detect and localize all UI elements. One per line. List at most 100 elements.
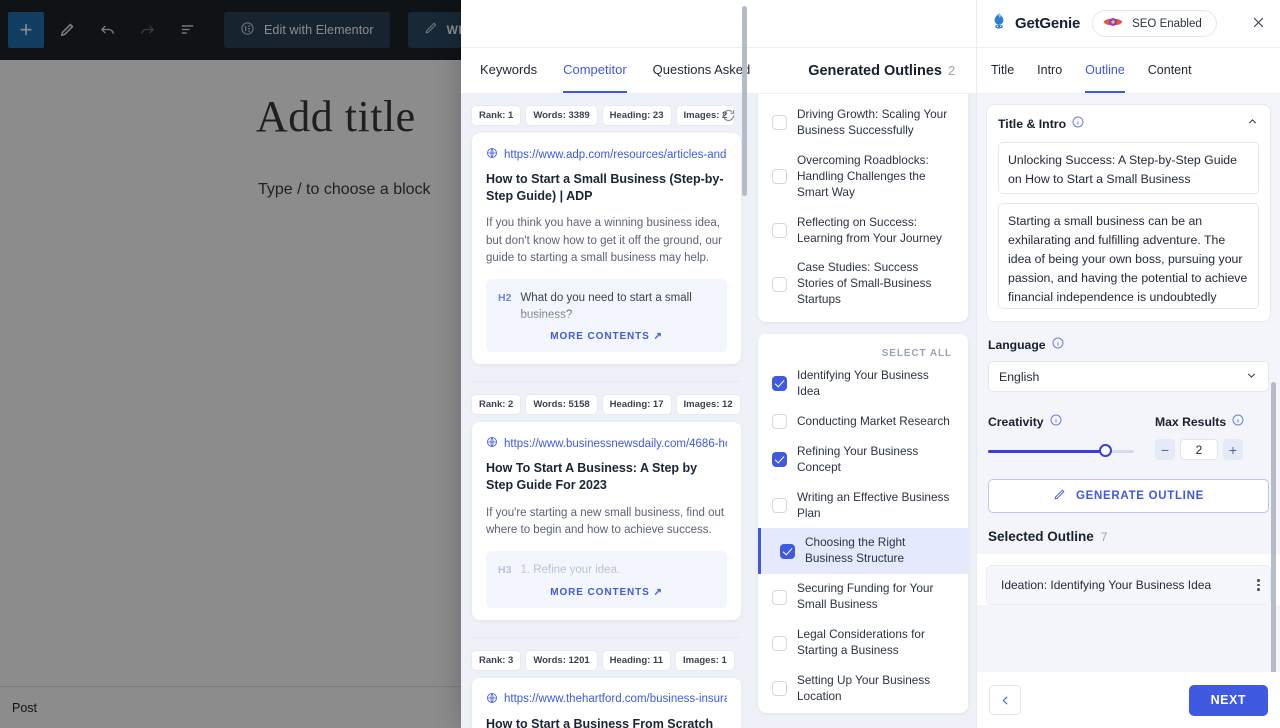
generated-outlines-list[interactable]: Driving Growth: Scaling Your Business Su… <box>751 94 976 728</box>
outline-checkbox[interactable] <box>772 115 787 131</box>
outline-checkbox[interactable] <box>772 589 787 605</box>
competitor-description: If you're starting a new small business,… <box>486 506 725 536</box>
getgenie-tabs: Title Intro Outline Content <box>977 48 1280 94</box>
heading-text: What do you need to start a small busine… <box>520 292 692 321</box>
outline-option[interactable]: Driving Growth: Scaling Your Business Su… <box>770 100 956 146</box>
heading-level-tag: H3 <box>498 564 512 577</box>
outline-label: Driving Growth: Scaling Your Business Su… <box>797 107 948 137</box>
words-chip: Words: 3389 <box>526 106 597 125</box>
title-and-intro-card: Title & Intro <box>986 104 1271 322</box>
info-icon[interactable] <box>1072 115 1084 133</box>
next-button[interactable]: NEXT <box>1188 684 1268 716</box>
outline-option[interactable]: Securing Funding for Your Small Business <box>770 574 956 620</box>
generated-outlines-count: 2 <box>947 63 956 78</box>
info-icon[interactable] <box>1052 336 1064 354</box>
more-contents-button[interactable]: MORE CONTENTS ↗ <box>498 587 715 598</box>
getgenie-footer: NEXT <box>977 672 1280 728</box>
tab-competitor[interactable]: Competitor <box>563 48 627 93</box>
outline-option[interactable]: Reflecting on Success: Learning from You… <box>770 208 956 254</box>
competitor-url-text: https://www.businessnewsdaily.com/4686-h… <box>504 437 727 450</box>
globe-icon <box>486 147 498 162</box>
outline-option[interactable]: Identifying Your Business Idea <box>770 361 956 407</box>
outline-label: Overcoming Roadblocks: Handling Challeng… <box>797 152 929 199</box>
outline-label: Reflecting on Success: Learning from You… <box>797 214 942 245</box>
competitor-url[interactable]: https://www.adp.com/resources/articles-a… <box>486 147 727 162</box>
outline-option[interactable]: Conclusion: From Passion to Profit, Your… <box>770 315 956 322</box>
outline-option[interactable]: Case Studies: Success Stories of Small-B… <box>770 253 956 315</box>
outline-checkbox[interactable] <box>772 169 787 185</box>
outline-option[interactable]: Writing an Effective Business Plan <box>770 483 956 529</box>
outline-option-selected[interactable]: Choosing the Right Business Structure <box>758 528 968 575</box>
outline-checkbox[interactable] <box>772 452 787 468</box>
outline-settings: Language English Creativity Max Results … <box>977 322 1280 460</box>
increment-button[interactable]: + <box>1223 439 1243 460</box>
outline-option[interactable]: Refining Your Business Concept <box>770 437 956 483</box>
tab-keywords[interactable]: Keywords <box>480 48 537 93</box>
creativity-control: Creativity <box>988 413 1134 460</box>
info-icon[interactable] <box>1050 413 1062 431</box>
creativity-slider[interactable] <box>988 444 1134 458</box>
outline-option[interactable]: Legal Considerations for Starting a Busi… <box>770 620 956 666</box>
outline-checkbox[interactable] <box>772 635 787 651</box>
more-vertical-icon[interactable] <box>1257 579 1260 591</box>
modal-left-header <box>461 0 976 48</box>
competitor-card[interactable]: https://www.businessnewsdaily.com/4686-h… <box>472 422 741 620</box>
tab-outline[interactable]: Outline <box>1085 48 1125 93</box>
decrement-button[interactable]: − <box>1155 439 1175 460</box>
competitor-description: If you think you have a winning business… <box>486 217 722 264</box>
tab-questions-asked[interactable]: Questions Asked <box>653 48 751 93</box>
competitor-card[interactable]: https://www.thehartford.com/business-ins… <box>472 677 741 728</box>
seo-enabled-badge[interactable]: SEO Enabled <box>1092 10 1217 37</box>
close-icon[interactable] <box>1251 15 1266 33</box>
competitor-list[interactable]: Rank: 1 Words: 3389 Heading: 23 Images: … <box>461 94 751 728</box>
words-chip: Words: 5158 <box>526 395 597 415</box>
arrow-up-right-icon: ↗ <box>653 331 663 343</box>
generated-intro-textarea[interactable] <box>998 203 1259 309</box>
tab-title[interactable]: Title <box>991 48 1014 93</box>
info-icon[interactable] <box>1232 413 1244 431</box>
competitor-card[interactable]: https://www.adp.com/resources/articles-a… <box>472 133 741 365</box>
heading-row: H2 What do you need to start a small bus… <box>498 290 715 323</box>
tab-content[interactable]: Content <box>1148 48 1192 93</box>
competitor-url[interactable]: https://www.thehartford.com/business-ins… <box>486 692 727 707</box>
outline-checkbox[interactable] <box>772 276 787 292</box>
divider <box>472 381 740 383</box>
slider-handle[interactable] <box>1098 444 1112 457</box>
refresh-icon[interactable] <box>717 104 739 126</box>
max-results-value[interactable]: 2 <box>1180 439 1218 460</box>
tab-intro[interactable]: Intro <box>1037 48 1062 93</box>
competitor-headings-preview: H3 1. Refine your idea. MORE CONTENTS ↗ <box>486 551 727 608</box>
chevron-up-icon[interactable] <box>1246 115 1259 133</box>
select-all-button[interactable]: SELECT ALL <box>770 340 956 361</box>
modal-right-pane: GetGenie SEO Enabled Title Intro Outline… <box>976 0 1280 728</box>
getgenie-header: GetGenie SEO Enabled <box>977 0 1280 48</box>
title-and-intro-header[interactable]: Title & Intro <box>998 115 1259 133</box>
competitor-url[interactable]: https://www.businessnewsdaily.com/4686-h… <box>486 436 727 451</box>
generated-title-textarea[interactable] <box>998 142 1259 194</box>
generate-outline-label: GENERATE OUTLINE <box>1076 490 1204 502</box>
outline-option[interactable]: Overcoming Roadblocks: Handling Challeng… <box>770 146 956 208</box>
selected-outline-item-label: Ideation: Identifying Your Business Idea <box>1001 578 1212 592</box>
outline-checkbox[interactable] <box>780 543 795 559</box>
outline-checkbox[interactable] <box>772 376 787 392</box>
selected-outline-item[interactable]: Ideation: Identifying Your Business Idea <box>986 565 1271 605</box>
brand-name: GetGenie <box>1015 15 1081 32</box>
outline-checkbox[interactable] <box>772 498 787 514</box>
outline-checkbox[interactable] <box>772 681 787 697</box>
heading-row: H3 1. Refine your idea. <box>498 562 715 579</box>
outline-checkbox[interactable] <box>772 223 787 239</box>
outline-option[interactable]: Conducting Market Research <box>770 407 956 437</box>
outline-option[interactable]: Setting Up Your Business Location <box>770 666 956 712</box>
competitor-scrollbar[interactable] <box>742 6 747 196</box>
more-contents-button[interactable]: MORE CONTENTS ↗ <box>498 331 715 342</box>
getgenie-panel-body[interactable]: Title & Intro Language <box>977 94 1280 672</box>
right-panel-scrollbar[interactable] <box>1271 382 1276 672</box>
back-button[interactable] <box>989 685 1021 715</box>
language-select[interactable]: English <box>988 361 1269 392</box>
generate-outline-button[interactable]: GENERATE OUTLINE <box>988 479 1269 513</box>
outline-checkbox[interactable] <box>772 414 787 430</box>
outline-option[interactable]: Assembling Your Team <box>770 712 956 713</box>
rank-chip: Rank: 3 <box>472 650 521 670</box>
divider <box>472 636 740 638</box>
selected-outline-title: Selected Outline <box>988 529 1094 544</box>
